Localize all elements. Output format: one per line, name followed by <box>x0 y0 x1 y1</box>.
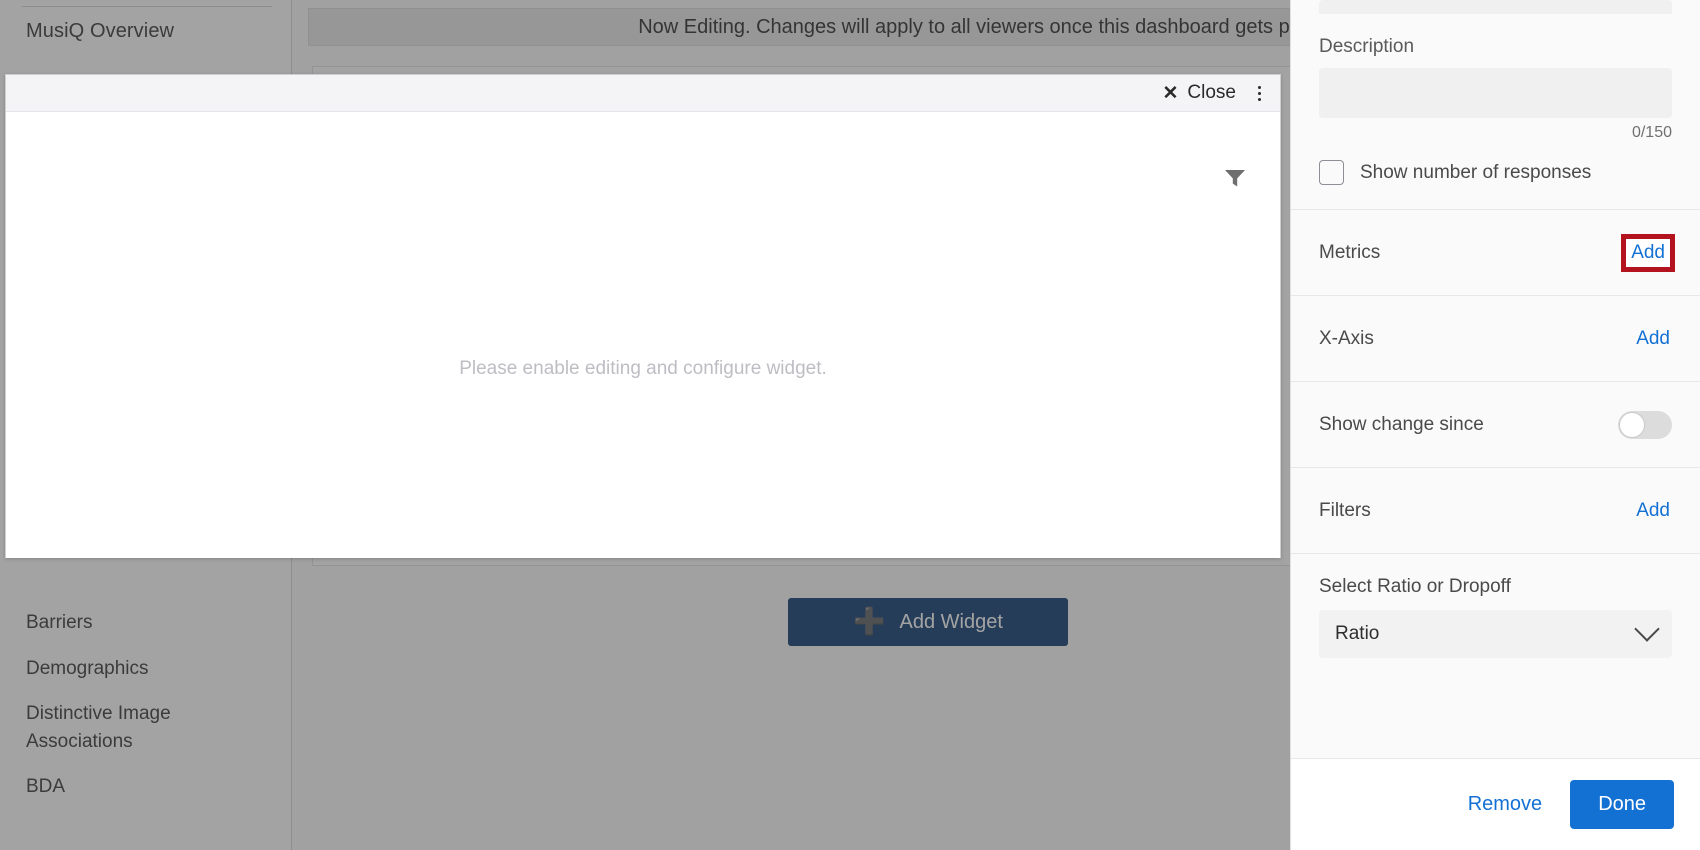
widget-editor-modal: ✕ Close Please enable editing and config… <box>5 74 1281 558</box>
metrics-add-button[interactable]: Add <box>1621 233 1675 272</box>
done-button[interactable]: Done <box>1570 780 1674 829</box>
show-number-of-responses-label: Show number of responses <box>1360 161 1592 183</box>
config-panel-scroll-area: Description 0/150 Show number of respons… <box>1291 0 1700 758</box>
close-button-label: Close <box>1187 82 1236 103</box>
close-button[interactable]: ✕ Close <box>1157 80 1243 106</box>
description-input[interactable] <box>1319 68 1672 118</box>
kebab-menu-icon[interactable] <box>1246 78 1272 108</box>
filters-row: Filters Add <box>1291 467 1700 553</box>
show-change-since-row: Show change since <box>1291 381 1700 467</box>
chevron-down-icon <box>1634 616 1660 642</box>
ratio-or-dropoff-select[interactable]: Ratio <box>1319 610 1672 658</box>
config-panel-footer: Remove Done <box>1291 758 1700 850</box>
show-number-of-responses-checkbox[interactable] <box>1319 160 1344 185</box>
x-axis-label: X-Axis <box>1319 327 1374 349</box>
x-axis-add-button[interactable]: Add <box>1634 326 1672 352</box>
ratio-or-dropoff-label: Select Ratio or Dropoff <box>1319 576 1511 597</box>
show-number-of-responses-row[interactable]: Show number of responses <box>1319 160 1672 209</box>
toggle-knob <box>1619 411 1645 438</box>
x-axis-row: X-Axis Add <box>1291 295 1700 381</box>
filters-label: Filters <box>1319 499 1371 521</box>
widget-editor-modal-body: Please enable editing and configure widg… <box>6 112 1280 558</box>
app-root: MusiQ Overview Barriers Demographics Dis… <box>0 0 1700 850</box>
remove-button[interactable]: Remove <box>1462 785 1548 824</box>
description-character-counter: 0/150 <box>1631 124 1672 141</box>
widget-placeholder-text: Please enable editing and configure widg… <box>459 358 827 379</box>
show-change-since-label: Show change since <box>1319 413 1484 435</box>
kebab-dot <box>1257 85 1261 89</box>
widget-config-panel: Description 0/150 Show number of respons… <box>1290 0 1700 850</box>
widget-editor-modal-header: ✕ Close <box>6 75 1280 112</box>
show-change-since-toggle[interactable] <box>1618 410 1672 439</box>
ratio-or-dropoff-section: Select Ratio or Dropoff Ratio <box>1291 553 1700 658</box>
metrics-label: Metrics <box>1319 241 1381 263</box>
clipped-input-field[interactable] <box>1319 0 1672 14</box>
config-panel-clipped-field-above <box>1291 0 1700 14</box>
metrics-row: Metrics Add <box>1291 209 1700 295</box>
ratio-or-dropoff-selected-value: Ratio <box>1335 623 1380 644</box>
description-section: Description 0/150 Show number of respons… <box>1291 14 1700 209</box>
close-x-icon: ✕ <box>1162 82 1179 104</box>
funnel-filter-icon[interactable] <box>1224 168 1246 193</box>
filters-add-button[interactable]: Add <box>1634 498 1672 524</box>
description-label: Description <box>1319 36 1415 57</box>
kebab-dot <box>1257 91 1261 95</box>
kebab-dot <box>1257 97 1261 101</box>
